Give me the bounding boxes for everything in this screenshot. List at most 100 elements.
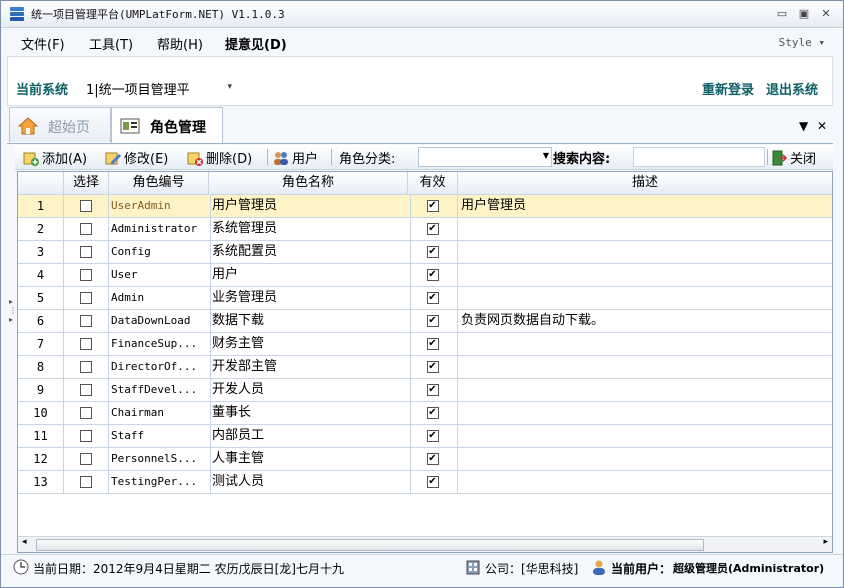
- row-number[interactable]: 3: [18, 241, 64, 264]
- tab-list-dropdown-icon[interactable]: ▼: [799, 119, 808, 133]
- role-name-cell[interactable]: 用户管理员: [209, 195, 411, 218]
- role-code-cell[interactable]: PersonnelS...: [109, 448, 211, 471]
- role-name-cell[interactable]: 数据下载: [209, 310, 411, 333]
- table-row[interactable]: 3 Config 系统配置员: [18, 241, 832, 264]
- description-cell[interactable]: [458, 218, 832, 241]
- role-name-cell[interactable]: 人事主管: [209, 448, 411, 471]
- select-checkbox[interactable]: [80, 269, 92, 281]
- valid-checkbox[interactable]: [426, 246, 439, 258]
- description-cell[interactable]: [458, 287, 832, 310]
- column-header-description[interactable]: 描述: [458, 172, 832, 195]
- role-code-cell[interactable]: TestingPer...: [109, 471, 211, 494]
- role-code-cell[interactable]: Admin: [109, 287, 211, 310]
- role-code-cell[interactable]: Chairman: [109, 402, 211, 425]
- description-cell[interactable]: 负责网页数据自动下载。: [458, 310, 832, 333]
- description-cell[interactable]: [458, 402, 832, 425]
- column-header-role-name[interactable]: 角色名称: [209, 172, 408, 195]
- style-menu[interactable]: Style ▾: [779, 36, 825, 49]
- close-button[interactable]: 关闭: [771, 148, 816, 167]
- role-code-cell[interactable]: FinanceSup...: [109, 333, 211, 356]
- role-code-cell[interactable]: Staff: [109, 425, 211, 448]
- menu-help[interactable]: 帮助(H): [157, 34, 203, 53]
- row-number[interactable]: 7: [18, 333, 64, 356]
- splitter-handle[interactable]: ▸ ⋮ ▸: [9, 297, 17, 359]
- role-code-cell[interactable]: User: [109, 264, 211, 287]
- select-checkbox[interactable]: [80, 361, 92, 373]
- select-checkbox[interactable]: [80, 430, 92, 442]
- horizontal-scrollbar[interactable]: ◂ ▸: [18, 536, 832, 552]
- description-cell[interactable]: [458, 333, 832, 356]
- description-cell[interactable]: [458, 241, 832, 264]
- menu-feedback[interactable]: 提意见(D): [225, 34, 287, 53]
- table-row[interactable]: 1UserAdmin用户管理员用户管理员: [18, 195, 832, 218]
- row-number[interactable]: 5: [18, 287, 64, 310]
- description-cell[interactable]: [458, 425, 832, 448]
- relogin-link[interactable]: 重新登录: [702, 79, 754, 98]
- menu-tools[interactable]: 工具(T): [89, 34, 133, 53]
- tab-role-management[interactable]: 角色管理: [111, 107, 223, 143]
- role-code-cell[interactable]: Config: [109, 241, 211, 264]
- role-name-cell[interactable]: 内部员工: [209, 425, 411, 448]
- system-select[interactable]: 1|统一项目管理平 ▾: [86, 77, 234, 98]
- role-code-cell[interactable]: UserAdmin: [109, 195, 211, 218]
- select-checkbox[interactable]: [80, 384, 92, 396]
- row-number[interactable]: 9: [18, 379, 64, 402]
- close-window-button[interactable]: ✕: [819, 7, 833, 20]
- close-tab-icon[interactable]: ✕: [817, 119, 827, 133]
- role-name-cell[interactable]: 用户: [209, 264, 411, 287]
- role-category-select[interactable]: ▼: [418, 147, 552, 167]
- role-code-cell[interactable]: StaffDevel...: [109, 379, 211, 402]
- table-row[interactable]: 10 Chairman 董事长: [18, 402, 832, 425]
- row-number[interactable]: 6: [18, 310, 64, 333]
- column-header-select[interactable]: 选择: [64, 172, 109, 195]
- valid-checkbox[interactable]: [426, 269, 439, 281]
- column-header-valid[interactable]: 有效: [408, 172, 458, 195]
- description-cell[interactable]: [458, 471, 832, 494]
- valid-checkbox[interactable]: [426, 476, 439, 488]
- role-name-cell[interactable]: 开发人员: [209, 379, 411, 402]
- add-button[interactable]: 添加(A): [23, 148, 87, 167]
- valid-checkbox[interactable]: [426, 338, 439, 350]
- description-cell[interactable]: 用户管理员: [458, 195, 832, 218]
- row-number[interactable]: 10: [18, 402, 64, 425]
- select-checkbox[interactable]: [80, 315, 92, 327]
- valid-checkbox[interactable]: [426, 361, 439, 373]
- restore-button[interactable]: ▣: [797, 7, 811, 20]
- select-checkbox[interactable]: [80, 200, 92, 212]
- minimize-button[interactable]: ▭: [775, 7, 789, 20]
- table-row[interactable]: 11 Staff 内部员工: [18, 425, 832, 448]
- valid-checkbox[interactable]: [426, 292, 439, 304]
- description-cell[interactable]: [458, 448, 832, 471]
- row-number[interactable]: 1: [18, 195, 64, 218]
- valid-checkbox[interactable]: [426, 223, 439, 235]
- column-header-role-code[interactable]: 角色编号: [109, 172, 209, 195]
- table-row[interactable]: 6 DataDownLoad数据下载 负责网页数据自动下载。: [18, 310, 832, 333]
- table-row[interactable]: 12 PersonnelS... 人事主管: [18, 448, 832, 471]
- table-row[interactable]: 5 Admin 业务管理员: [18, 287, 832, 310]
- row-number[interactable]: 2: [18, 218, 64, 241]
- search-input[interactable]: [633, 147, 765, 167]
- row-number[interactable]: 8: [18, 356, 64, 379]
- table-row[interactable]: 13 TestingPer... 测试人员: [18, 471, 832, 494]
- select-checkbox[interactable]: [80, 246, 92, 258]
- select-checkbox[interactable]: [80, 292, 92, 304]
- role-code-cell[interactable]: DirectorOf...: [109, 356, 211, 379]
- role-name-cell[interactable]: 测试人员: [209, 471, 411, 494]
- tab-start-page[interactable]: 超始页: [9, 107, 111, 142]
- select-checkbox[interactable]: [80, 407, 92, 419]
- scroll-left-icon[interactable]: ◂: [22, 537, 27, 547]
- edit-button[interactable]: 修改(E): [105, 148, 168, 167]
- role-name-cell[interactable]: 董事长: [209, 402, 411, 425]
- menu-file[interactable]: 文件(F): [21, 34, 65, 53]
- table-row[interactable]: 8 DirectorOf... 开发部主管: [18, 356, 832, 379]
- table-row[interactable]: 2 Administrator 系统管理员: [18, 218, 832, 241]
- scrollbar-thumb[interactable]: [36, 539, 704, 551]
- select-checkbox[interactable]: [80, 453, 92, 465]
- delete-button[interactable]: 删除(D): [187, 148, 252, 167]
- role-code-cell[interactable]: DataDownLoad: [109, 310, 211, 333]
- row-number[interactable]: 13: [18, 471, 64, 494]
- valid-checkbox[interactable]: [426, 315, 439, 327]
- user-button[interactable]: 用户: [273, 148, 318, 167]
- description-cell[interactable]: [458, 379, 832, 402]
- valid-checkbox[interactable]: [426, 430, 439, 442]
